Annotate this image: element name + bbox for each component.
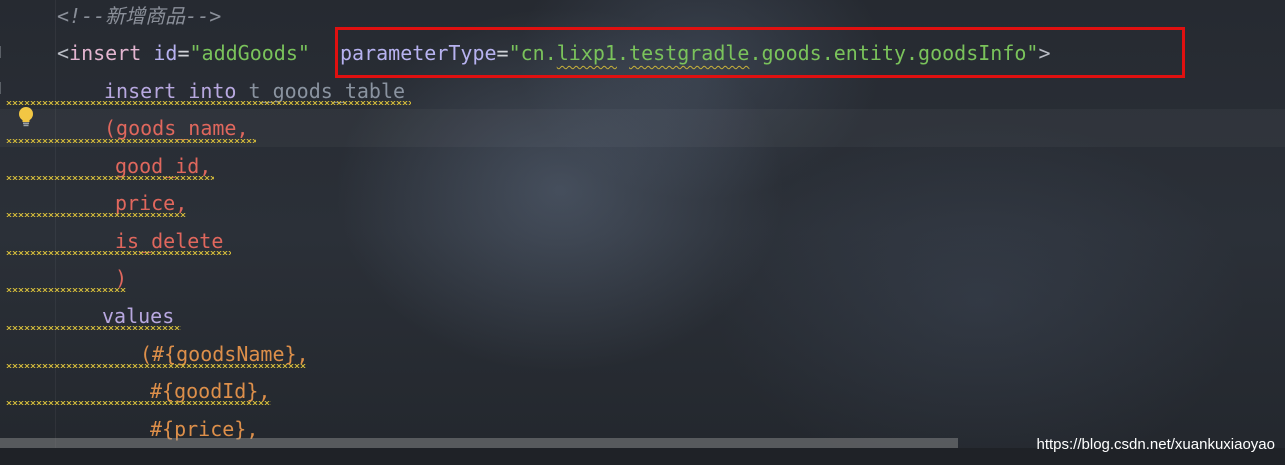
warning-squiggle xyxy=(6,101,411,105)
sql-keyword-into: into xyxy=(188,79,237,103)
highlight-annotation-box xyxy=(335,27,1185,78)
code-line: values xyxy=(0,297,1285,335)
warning-squiggle xyxy=(6,139,256,143)
table-name: t_goods_table xyxy=(248,79,406,103)
id-attribute: id xyxy=(153,41,178,65)
warning-squiggle xyxy=(6,364,306,368)
warning-squiggle xyxy=(6,213,186,217)
lightbulb-icon[interactable] xyxy=(16,106,36,128)
insert-tag: <insert id="addGoods" xyxy=(57,34,310,72)
tag-name: insert xyxy=(69,41,142,65)
warning-squiggle xyxy=(6,288,126,292)
id-value: "addGoods" xyxy=(189,41,310,65)
sql-keyword-insert: insert xyxy=(104,79,177,103)
tag-open-bracket: < xyxy=(57,41,70,65)
warning-squiggle xyxy=(6,176,214,180)
code-editor[interactable]: <!--新增商品--> <insert id="addGoods" parame… xyxy=(0,0,1285,465)
watermark: https://blog.csdn.net/xuankuxiaoyao xyxy=(1036,436,1276,453)
horizontal-scrollbar-thumb[interactable] xyxy=(0,438,958,448)
warning-squiggle xyxy=(6,326,181,330)
code-line: price, xyxy=(0,184,1285,222)
warning-squiggle xyxy=(6,251,231,255)
code-line: ) xyxy=(0,259,1285,297)
equals-sign: = xyxy=(177,41,190,65)
warning-squiggle xyxy=(6,401,271,405)
xml-comment: <!--新增商品--> xyxy=(57,4,222,28)
